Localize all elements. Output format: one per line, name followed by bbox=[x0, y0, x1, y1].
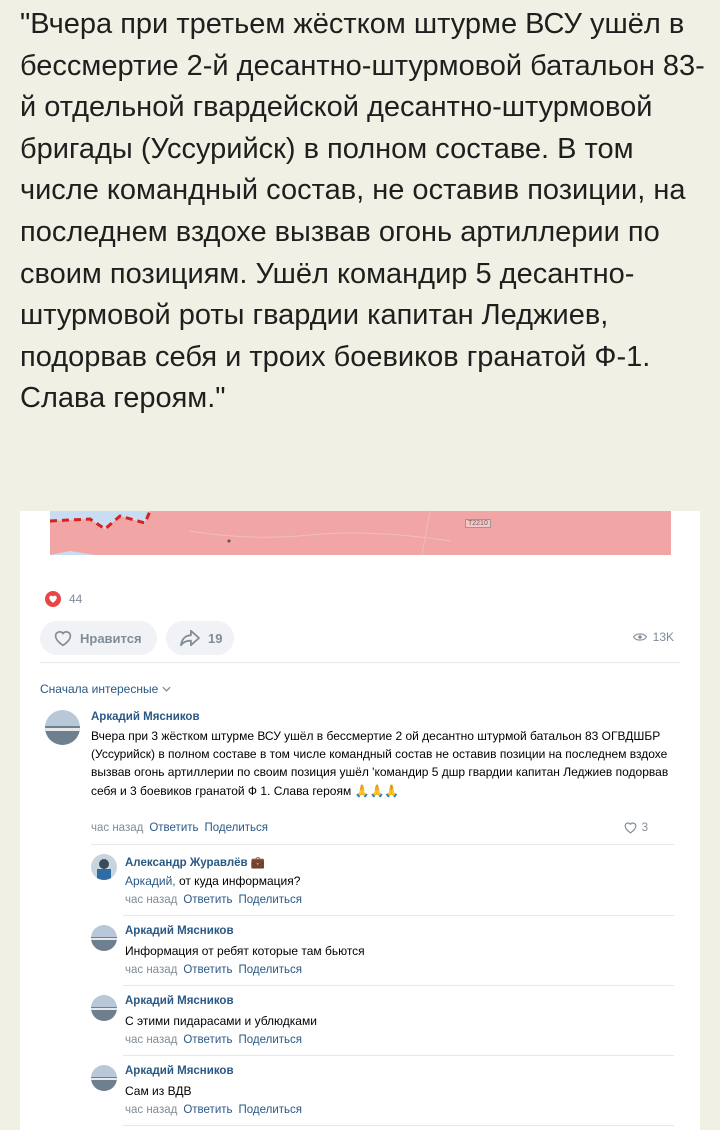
comment-reply: Аркадий Мясников С этими пидарасами и уб… bbox=[91, 994, 675, 1054]
mention-link[interactable]: Аркадий, bbox=[125, 874, 176, 888]
comment-time: час назад bbox=[125, 964, 178, 976]
share-link[interactable]: Поделиться bbox=[239, 964, 303, 976]
like-button[interactable]: Нравится bbox=[40, 621, 157, 655]
comment-text: Аркадий, от куда информация? bbox=[125, 874, 301, 888]
divider bbox=[123, 1125, 674, 1126]
sort-label: Сначала интересные bbox=[40, 682, 159, 696]
comment-text: Информация от ребят которые там бьются bbox=[125, 944, 365, 958]
reactions-count: 44 bbox=[69, 592, 83, 606]
chevron-down-icon bbox=[162, 686, 171, 692]
comment-meta: час назад Ответить Поделиться bbox=[125, 964, 302, 976]
comments-sort-toggle[interactable]: Сначала интересные bbox=[40, 682, 171, 696]
share-button[interactable]: 19 bbox=[166, 621, 234, 655]
reply-link[interactable]: Ответить bbox=[183, 1104, 232, 1116]
heart-outline-icon bbox=[54, 631, 72, 647]
comment-author[interactable]: Аркадий Мясников bbox=[91, 711, 200, 723]
reply-link[interactable]: Ответить bbox=[183, 964, 232, 976]
comment-time: час назад bbox=[125, 1104, 178, 1116]
avatar[interactable] bbox=[91, 1065, 117, 1091]
comment-time: час назад bbox=[125, 894, 178, 906]
share-link[interactable]: Поделиться bbox=[205, 822, 269, 834]
comment-time: час назад bbox=[91, 822, 144, 834]
avatar[interactable] bbox=[91, 925, 117, 951]
share-link[interactable]: Поделиться bbox=[239, 1034, 303, 1046]
reply-link[interactable]: Ответить bbox=[183, 894, 232, 906]
divider bbox=[40, 662, 680, 663]
divider bbox=[123, 1055, 674, 1056]
road-label: T2210 bbox=[465, 519, 491, 528]
divider bbox=[123, 915, 674, 916]
avatar[interactable] bbox=[91, 854, 117, 880]
shares-count: 19 bbox=[208, 630, 223, 646]
divider bbox=[123, 985, 674, 986]
share-arrow-icon bbox=[180, 629, 200, 647]
comment-like-button[interactable]: 3 bbox=[623, 821, 648, 834]
heart-outline-icon bbox=[624, 822, 637, 834]
comment-author[interactable]: Аркадий Мясников bbox=[125, 995, 234, 1007]
comment-likes-count: 3 bbox=[641, 821, 648, 834]
share-link[interactable]: Поделиться bbox=[239, 894, 303, 906]
avatar[interactable] bbox=[91, 995, 117, 1021]
comment-meta: час назад Ответить Поделиться bbox=[125, 1034, 302, 1046]
comment-meta: час назад Ответить Поделиться bbox=[125, 1104, 302, 1116]
comment: Аркадий Мясников Вчера при 3 жёстком шту… bbox=[45, 710, 675, 840]
comment-reply: Аркадий Мясников Информация от ребят кот… bbox=[91, 924, 675, 984]
avatar[interactable] bbox=[45, 710, 80, 745]
comment-meta: час назад Ответить Поделиться bbox=[91, 822, 268, 834]
comment-text: С этими пидарасами и ублюдками bbox=[125, 1014, 317, 1028]
eye-icon bbox=[632, 633, 647, 641]
divider bbox=[91, 844, 674, 845]
like-label: Нравится bbox=[80, 630, 142, 646]
comment-reply: Аркадий Мясников Сам из ВДВ час назад Отв… bbox=[91, 1064, 675, 1124]
comment-author[interactable]: Александр Журавлёв 💼 bbox=[125, 855, 265, 869]
vk-post-card: T2210 44 Нравится 19 13K Сначала интерес… bbox=[20, 511, 700, 1130]
quote-text: "Вчера при третьем жёстком штурме ВСУ уш… bbox=[20, 8, 705, 415]
views-counter: 13K bbox=[632, 630, 674, 644]
comment-meta: час назад Ответить Поделиться bbox=[125, 894, 302, 906]
reactions-summary[interactable]: 44 bbox=[45, 591, 82, 607]
comment-time: час назад bbox=[125, 1034, 178, 1046]
comment-text: Вчера при 3 жёстком штурме ВСУ ушёл в бе… bbox=[91, 729, 669, 798]
comment-author[interactable]: Аркадий Мясников bbox=[125, 925, 234, 937]
share-link[interactable]: Поделиться bbox=[239, 1104, 303, 1116]
comment-reply: Александр Журавлёв 💼 Аркадий, от куда ин… bbox=[91, 854, 675, 914]
reply-link[interactable]: Ответить bbox=[149, 822, 198, 834]
comment-author[interactable]: Аркадий Мясников bbox=[125, 1065, 234, 1077]
heart-reaction-icon bbox=[45, 591, 61, 607]
map-image: T2210 bbox=[50, 511, 671, 555]
comment-text: Сам из ВДВ bbox=[125, 1084, 192, 1098]
views-count: 13K bbox=[652, 630, 674, 644]
reply-link[interactable]: Ответить bbox=[183, 1034, 232, 1046]
